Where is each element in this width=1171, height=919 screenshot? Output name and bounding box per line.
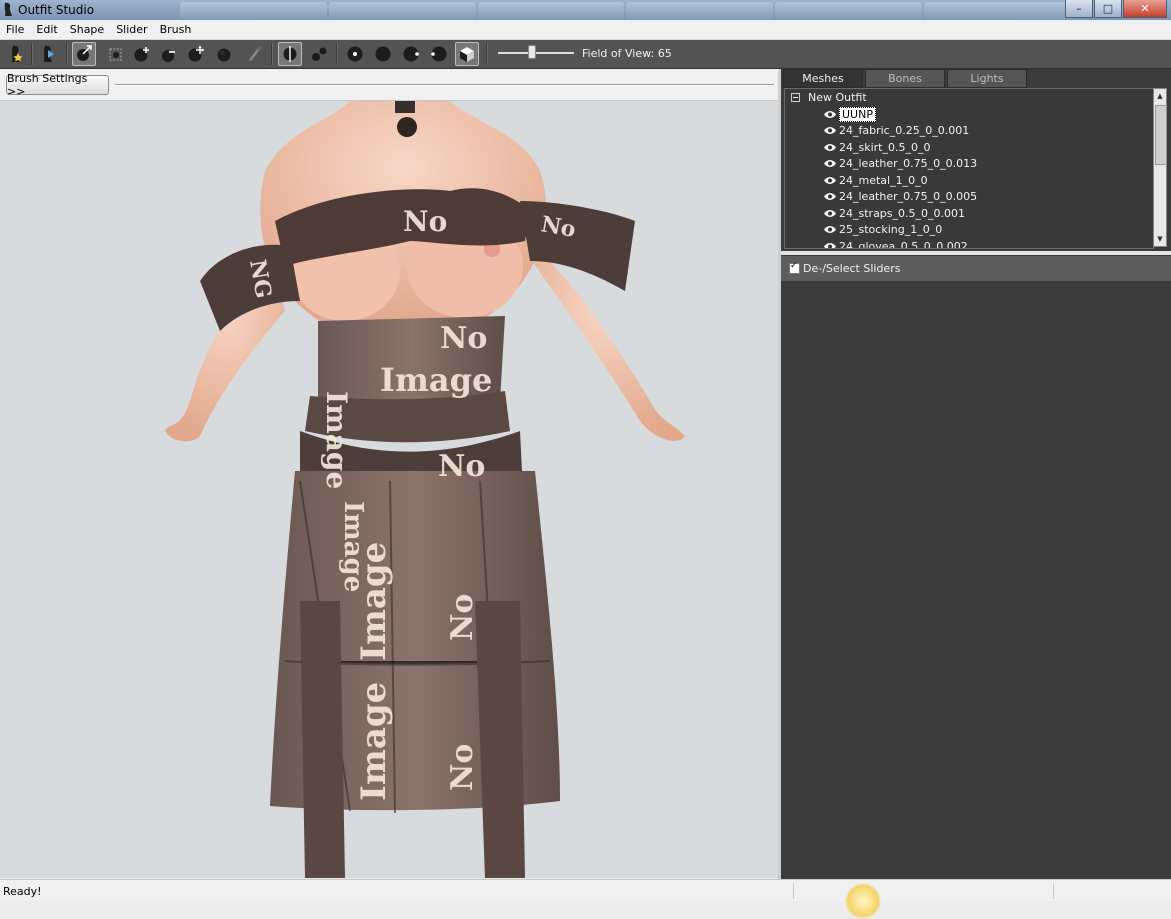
select-tool-icon[interactable]: [72, 42, 96, 66]
menu-file[interactable]: File: [0, 23, 30, 36]
texture-text: Image: [338, 501, 368, 592]
scroll-up-icon[interactable]: ▲: [1154, 89, 1166, 103]
tree-item-label: 24_leather_0.75_0_0.005: [839, 190, 978, 203]
tree-item[interactable]: 24_straps_0.5_0_0.001: [823, 206, 965, 221]
tree-item-label: 24_leather_0.75_0_0.013: [839, 157, 978, 170]
tree-item[interactable]: 24_fabric_0.25_0_0.001: [823, 123, 969, 138]
texture-text: Image: [354, 682, 394, 801]
eye-icon[interactable]: [823, 110, 837, 119]
maximize-button[interactable]: □: [1094, 0, 1122, 18]
menu-edit[interactable]: Edit: [30, 23, 63, 36]
eye-icon[interactable]: [823, 159, 837, 168]
light-indicator-icon: [845, 883, 881, 919]
brush-settings-button[interactable]: Brush Settings >>: [6, 72, 109, 98]
menu-brush[interactable]: Brush: [154, 23, 198, 36]
tree-item-label: 24_skirt_0.5_0_0: [839, 141, 931, 154]
eye-icon[interactable]: [823, 242, 837, 249]
tree-item-label: 24_metal_1_0_0: [839, 174, 928, 187]
status-text: Ready!: [3, 885, 42, 898]
texture-text: No: [438, 449, 485, 484]
tree-item[interactable]: 24_skirt_0.5_0_0: [823, 140, 930, 155]
menu-bar: File Edit Shape Slider Brush: [0, 20, 1171, 40]
side-panel: Meshes Bones Lights New Outfit UUNP 24_f…: [781, 69, 1171, 879]
texture-text: No: [440, 321, 487, 356]
3d-viewport[interactable]: No Image No Image No Image No Image No I…: [0, 101, 778, 878]
eye-icon[interactable]: [823, 192, 837, 201]
tree-item[interactable]: 25_stocking_1_0_0: [823, 222, 942, 237]
smooth-brush-icon[interactable]: [212, 42, 236, 66]
mesh-tree: New Outfit UUNP 24_fabric_0.25_0_0.001 2…: [784, 88, 1154, 249]
deselect-sliders-checkbox[interactable]: [789, 261, 800, 274]
panel-divider[interactable]: [781, 251, 1171, 255]
tree-item-label: 25_stocking_1_0_0: [839, 223, 943, 236]
texture-text: No: [445, 594, 480, 641]
view-left-icon[interactable]: [399, 42, 423, 66]
model-render: No Image No Image No Image No Image No I…: [165, 101, 685, 878]
scrollbar-thumb[interactable]: [1155, 105, 1167, 165]
field-of-view-slider-thumb[interactable]: [528, 45, 536, 59]
texture-text: Image: [380, 361, 492, 399]
brush-settings-bar: Brush Settings >>: [0, 69, 778, 101]
tree-root-label[interactable]: New Outfit: [808, 91, 867, 104]
field-of-view-label: Field of View: 65: [582, 47, 672, 60]
brush-settings-divider: [115, 84, 774, 86]
tree-item[interactable]: UUNP: [823, 107, 876, 122]
inflate-brush-icon[interactable]: [130, 42, 154, 66]
deselect-sliders-label[interactable]: De-/Select Sliders: [803, 262, 900, 275]
tree-item-label: UUNP: [839, 107, 876, 122]
tab-meshes[interactable]: Meshes: [783, 69, 863, 88]
eye-icon[interactable]: [823, 225, 837, 234]
deflate-brush-icon[interactable]: [156, 42, 180, 66]
weight-brush-icon[interactable]: [242, 42, 266, 66]
sliders-header: De-/Select Sliders: [781, 256, 1171, 281]
tree-item[interactable]: 24_leather_0.75_0_0.013: [823, 156, 977, 171]
texture-text: No: [445, 744, 480, 791]
view-front-icon[interactable]: [343, 42, 367, 66]
tree-item[interactable]: 24_leather_0.75_0_0.005: [823, 189, 977, 204]
eye-icon[interactable]: [823, 176, 837, 185]
collapse-icon[interactable]: [791, 93, 800, 102]
reference-template-icon[interactable]: [36, 42, 60, 66]
menu-shape[interactable]: Shape: [64, 23, 110, 36]
tab-lights[interactable]: Lights: [947, 69, 1027, 88]
tree-item-label: 24_straps_0.5_0_0.001: [839, 207, 966, 220]
view-back-icon[interactable]: [371, 42, 395, 66]
new-project-icon[interactable]: [4, 42, 28, 66]
tree-item[interactable]: 24_glovea_0.5_0_0.002: [823, 239, 968, 249]
texture-text: Image: [320, 391, 353, 489]
tab-bones[interactable]: Bones: [865, 69, 945, 88]
x-mirror-icon[interactable]: [278, 42, 302, 66]
tree-scrollbar[interactable]: ▲ ▼: [1153, 88, 1167, 247]
title-bar: Outfit Studio – □ ✕: [0, 0, 1171, 20]
tree-item-label: 24_fabric_0.25_0_0.001: [839, 124, 970, 137]
move-brush-icon[interactable]: [184, 42, 208, 66]
window-title: Outfit Studio: [18, 3, 95, 17]
field-of-view-slider[interactable]: [498, 52, 574, 54]
status-bar: Ready!: [0, 879, 1171, 901]
minimize-button[interactable]: –: [1065, 0, 1093, 18]
scroll-down-icon[interactable]: ▼: [1154, 232, 1166, 246]
app-icon: [4, 2, 12, 17]
view-right-icon[interactable]: [427, 42, 451, 66]
menu-slider[interactable]: Slider: [110, 23, 153, 36]
eye-icon[interactable]: [823, 126, 837, 135]
perspective-cube-icon[interactable]: [455, 42, 479, 66]
eye-icon[interactable]: [823, 209, 837, 218]
texture-text: No: [403, 205, 447, 238]
close-button[interactable]: ✕: [1123, 0, 1167, 18]
mask-brush-icon[interactable]: [104, 42, 128, 66]
tree-item[interactable]: 24_metal_1_0_0: [823, 173, 928, 188]
background-taskbar-tabs: [180, 2, 1071, 19]
tree-item-label: 24_glovea_0.5_0_0.002: [839, 240, 968, 249]
connected-only-icon[interactable]: [307, 42, 331, 66]
eye-icon[interactable]: [823, 143, 837, 152]
